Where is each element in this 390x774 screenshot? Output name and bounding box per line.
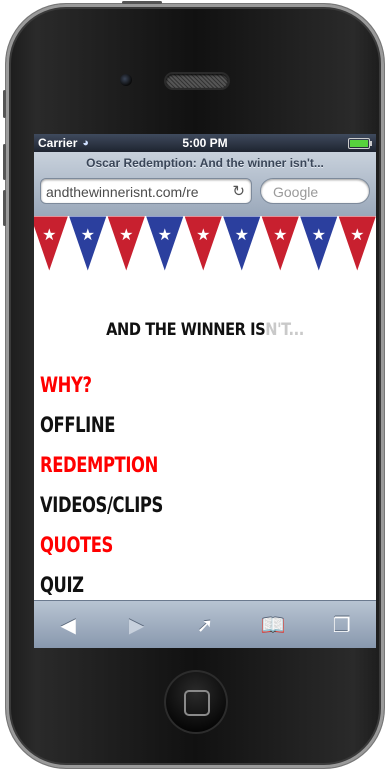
star-icon: ★ [273, 227, 287, 244]
star-icon: ★ [119, 227, 133, 244]
mute-switch [3, 90, 6, 118]
star-icon: ★ [350, 227, 364, 244]
earpiece-speaker [166, 74, 228, 88]
search-field[interactable]: Google [260, 178, 370, 204]
menu-item-videos-clips[interactable]: VIDEOS/CLIPS [40, 490, 163, 530]
volume-down-button [3, 190, 6, 226]
page-title: Oscar Redemption: And the winner isn't..… [86, 156, 324, 170]
status-bar: Carrier ◕ 5:00 PM [34, 134, 376, 152]
forward-icon[interactable]: ▶ [117, 613, 157, 638]
star-icon: ★ [235, 227, 249, 244]
back-icon[interactable]: ◀ [48, 613, 88, 638]
pennant-flag [298, 216, 339, 274]
share-icon[interactable]: ➚ [185, 613, 225, 638]
reload-icon[interactable]: ↻ [232, 179, 245, 203]
star-icon: ★ [81, 227, 95, 244]
site-headline: AND THE WINNER ISN'T... [58, 320, 352, 340]
menu-item-offline[interactable]: OFFLINE [40, 410, 163, 450]
menu-item-redemption[interactable]: REDEMPTION [40, 450, 163, 490]
pennant-flag [183, 216, 224, 274]
clock: 5:00 PM [182, 136, 228, 150]
star-icon: ★ [196, 227, 210, 244]
power-button [122, 1, 162, 4]
battery-icon [348, 138, 372, 149]
safari-toolbar: ◀ ▶ ➚ 📖 ❐ [34, 600, 376, 648]
star-icon: ★ [42, 227, 56, 244]
tabs-icon[interactable]: ❐ [322, 613, 362, 638]
site-menu: WHY? OFFLINE REDEMPTION VIDEOS/CLIPS QUO… [40, 370, 198, 600]
bookmarks-icon[interactable]: 📖 [253, 613, 293, 638]
pennant-flag [34, 216, 70, 274]
pennant-flag [260, 216, 301, 274]
headline-light-part: N'T... [265, 320, 304, 340]
pennant-flag [337, 216, 376, 274]
web-content: ★★★★★★★★★★ AND THE WINNER ISN'T... WHY? … [34, 216, 376, 600]
url-field[interactable]: andthewinnerisnt.com/re ↻ [40, 178, 252, 204]
device-screen: Carrier ◕ 5:00 PM Oscar Redemption: And … [34, 134, 376, 648]
pennant-flag [221, 216, 262, 274]
star-icon: ★ [158, 227, 172, 244]
front-camera [120, 74, 132, 86]
home-square-icon [184, 690, 210, 716]
menu-item-why[interactable]: WHY? [40, 370, 163, 410]
headline-dark-part: AND THE WINNER IS [106, 320, 266, 340]
pennant-flag [106, 216, 147, 274]
pennant-flag [144, 216, 185, 274]
menu-item-quiz[interactable]: QUIZ [40, 570, 163, 600]
simulator-stage: Carrier ◕ 5:00 PM Oscar Redemption: And … [0, 0, 390, 774]
safari-address-area: Oscar Redemption: And the winner isn't..… [34, 152, 376, 217]
menu-item-quotes[interactable]: QUOTES [40, 530, 163, 570]
star-icon: ★ [312, 227, 326, 244]
volume-up-button [3, 144, 6, 180]
url-text: andthewinnerisnt.com/re [46, 184, 199, 200]
pennant-flag [67, 216, 108, 274]
flag-bunting: ★★★★★★★★★★ [34, 216, 376, 274]
